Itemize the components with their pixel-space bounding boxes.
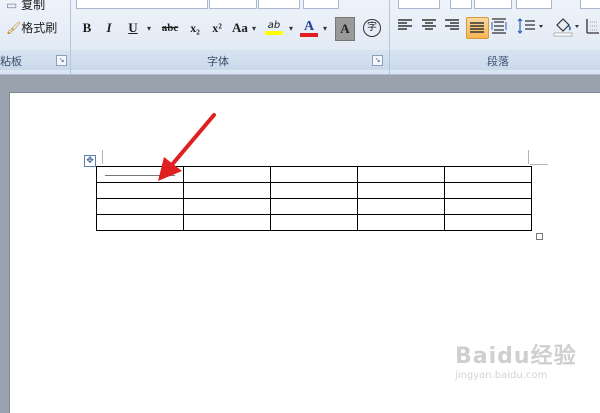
borders-icon [586,19,599,34]
show-hide-button[interactable] [580,0,600,9]
align-center-button[interactable] [421,17,441,37]
clipboard-group-label: 粘板 [0,55,22,68]
bold-button[interactable]: B [78,17,96,39]
underline-dropdown[interactable]: ▾ [143,17,153,39]
table-cell[interactable] [444,182,532,199]
font-color-bar [300,32,318,37]
grow-shrink-buttons[interactable] [258,0,300,9]
table-cell[interactable] [96,214,184,231]
paragraph-group-label: 段落 [487,55,509,68]
font-name-combo[interactable] [76,0,208,9]
subscript-button[interactable]: x₂ [185,17,205,39]
table-cell[interactable] [357,198,445,215]
change-case-dropdown[interactable]: ▾ [249,17,257,39]
indent-buttons[interactable] [474,0,512,9]
justify-icon [470,22,484,33]
line-spacing-button[interactable] [516,17,546,37]
copy-icon: ▭ [6,0,22,12]
strikethrough-button[interactable]: abc [158,17,182,39]
clear-format-button[interactable] [303,0,339,9]
group-separator [70,0,71,74]
format-painter-icon: 🖌 [6,21,22,35]
font-color-icon: A [303,18,315,34]
group-separator [389,0,390,74]
clipboard-dialog-launcher[interactable]: ↘ [56,55,67,66]
annotation-arrow-icon [158,113,216,181]
table-cell[interactable] [444,166,532,183]
enclose-characters-button[interactable]: 字 [362,17,382,39]
ribbon-group-label-bar [0,50,600,70]
underline-button[interactable]: U [124,17,142,39]
bullets-buttons[interactable] [398,0,440,9]
margin-mark [102,150,103,164]
highlight-dropdown[interactable]: ▾ [286,17,294,39]
margin-mark [530,164,548,165]
table-cell[interactable] [183,198,271,215]
font-color-dropdown[interactable]: ▾ [320,17,328,39]
character-shading-button[interactable]: A [335,17,355,41]
table-cell[interactable] [357,182,445,199]
table-cell[interactable] [270,214,358,231]
table-cell[interactable] [183,214,271,231]
align-center-icon [422,19,436,30]
borders-button[interactable] [586,17,600,37]
ribbon: ▭ 复制 🖌格式刷 粘板 ↘ B I U ▾ abc x₂ x² Aa ▾ ab… [0,0,600,75]
justify-button[interactable] [466,17,489,39]
table-cell[interactable] [270,166,358,183]
distributed-icon [491,18,507,34]
change-case-button[interactable]: Aa [230,17,250,39]
sort-button[interactable] [516,0,552,9]
distributed-button[interactable] [491,17,511,37]
multilevel-list-button[interactable] [450,0,472,9]
table-cell[interactable] [357,166,445,183]
superscript-button[interactable]: x² [207,17,227,39]
align-right-icon [445,19,459,30]
table-cell[interactable] [444,198,532,215]
format-painter-button[interactable]: 🖌格式刷 [6,19,57,36]
align-left-button[interactable] [397,17,417,37]
font-size-combo[interactable] [209,0,257,9]
italic-button[interactable]: I [101,17,117,39]
table-cell[interactable] [270,198,358,215]
paint-bucket-icon [553,18,579,37]
baidu-watermark: Baidu经验 jingyan.baidu.com [455,344,577,381]
table-resize-handle[interactable] [536,233,543,240]
table-cell[interactable] [270,182,358,199]
text-highlight-button[interactable]: ab [263,17,285,39]
line-spacing-icon [517,18,543,34]
font-dialog-launcher[interactable]: ↘ [372,55,383,66]
table-cell[interactable] [444,214,532,231]
table-row [96,198,532,215]
table-cell[interactable] [96,198,184,215]
table-cell[interactable] [357,214,445,231]
align-right-button[interactable] [444,17,464,37]
font-color-button[interactable]: A [298,17,320,39]
copy-button[interactable]: ▭ 复制 [6,0,45,13]
highlight-color-bar [265,31,283,35]
align-left-icon [398,19,412,30]
table-row [96,214,532,231]
shading-button[interactable] [553,17,583,37]
margin-mark [528,150,529,164]
highlighter-icon: ab [267,20,281,31]
table-move-handle[interactable]: ✥ [84,155,96,167]
font-group-label: 字体 [207,55,229,68]
